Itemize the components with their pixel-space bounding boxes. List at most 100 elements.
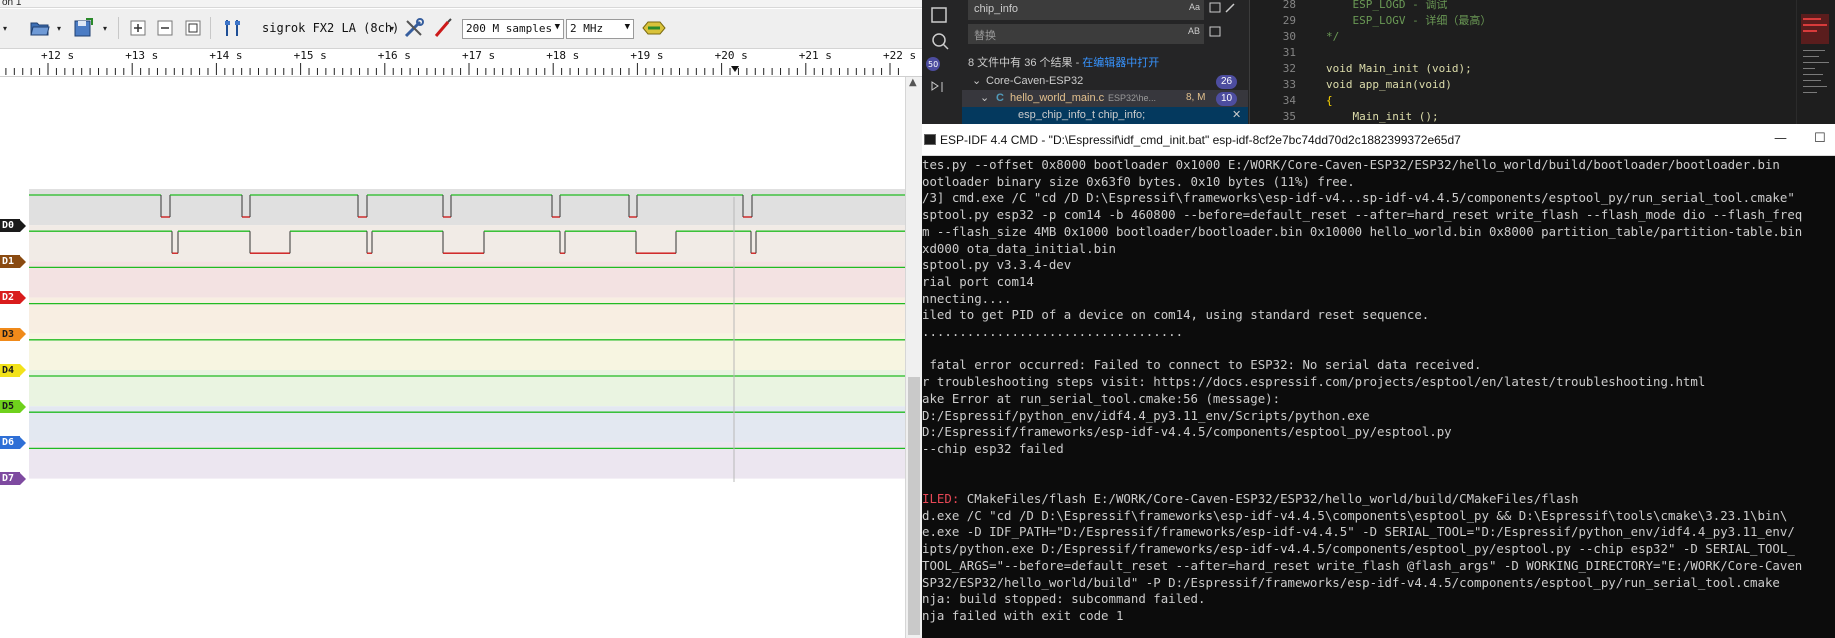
zoom-in-button[interactable] bbox=[126, 15, 150, 41]
line-number: 33 bbox=[1282, 78, 1296, 91]
channel-name: D3 bbox=[0, 327, 20, 341]
replace-input[interactable]: 替换 AB bbox=[968, 24, 1204, 44]
open-in-editor-link[interactable]: 在编辑器中打开 bbox=[1082, 57, 1159, 69]
line-number: 35 bbox=[1282, 110, 1296, 123]
ruler-tick-label: +18 s bbox=[546, 49, 580, 62]
open-file-button[interactable] bbox=[28, 15, 52, 41]
preserve-case-toggle[interactable]: AB bbox=[1188, 26, 1200, 36]
match-case-toggle[interactable]: Aa bbox=[1189, 2, 1200, 12]
pulseview-titlebar: on 1 bbox=[0, 0, 922, 8]
channel-label-d3[interactable]: D3 bbox=[0, 327, 26, 341]
channel-tag-tip bbox=[20, 328, 26, 341]
channel-label-d7[interactable]: D7 bbox=[0, 472, 26, 486]
terminal-line: r troubleshooting steps visit: https://d… bbox=[922, 374, 1706, 390]
channel-tag-tip bbox=[20, 436, 26, 449]
cursors-icon bbox=[225, 20, 240, 36]
sample-count-select[interactable]: 200 M samples ▼ bbox=[462, 19, 564, 39]
add-decoder-button[interactable] bbox=[642, 15, 666, 41]
minimap[interactable] bbox=[1796, 0, 1835, 124]
terminal-line: SP32/ESP32/hello_world/build" -P D:/Espr… bbox=[922, 574, 1780, 590]
wrench-screwdriver-icon bbox=[404, 18, 424, 38]
line-number: 32 bbox=[1282, 62, 1296, 75]
channel-tag-tip bbox=[20, 291, 26, 304]
trace-area[interactable]: D0 D1 D2 D3 D4 D5 D6 D7 bbox=[0, 77, 905, 638]
activity-bar: 50 bbox=[922, 0, 962, 124]
folder-label: Core-Caven-ESP32 bbox=[986, 75, 1084, 87]
channel-label-d5[interactable]: D5 bbox=[0, 400, 26, 413]
partial-dropdown-caret[interactable]: ▾ bbox=[0, 15, 10, 41]
search-action-icons[interactable] bbox=[1206, 0, 1246, 50]
result-count-badge: 10 bbox=[1216, 92, 1238, 106]
search-query-text: chip_info bbox=[974, 3, 1019, 15]
terminal-icon bbox=[924, 134, 936, 145]
open-menu-caret[interactable]: ▾ bbox=[54, 15, 64, 41]
terminal-line: rial port com14 bbox=[922, 273, 1034, 289]
save-menu-caret[interactable]: ▾ bbox=[100, 15, 110, 41]
maximize-icon[interactable]: ☐ bbox=[1814, 131, 1826, 146]
search-panel: chip_info Aa 替换 AB 8 文件中有 36 个结果 - 在编辑器中… bbox=[962, 0, 1250, 124]
terminal-line: iled to get PID of a device on com14, us… bbox=[922, 307, 1430, 323]
probe-icon bbox=[434, 18, 452, 37]
line-number: 34 bbox=[1282, 94, 1296, 107]
terminal-output[interactable]: tes.py --offset 0x8000 bootloader 0x1000… bbox=[922, 156, 1835, 638]
channel-label-d6[interactable]: D6 bbox=[0, 436, 26, 450]
channel-tag-tip bbox=[20, 255, 26, 268]
terminal-line: D:/Espressif/frameworks/esp-idf-v4.4.5/c… bbox=[922, 424, 1452, 440]
code-line: 34 { bbox=[1250, 93, 1796, 109]
terminal-line: d.exe /C "cd /D D:\Espressif\frameworks\… bbox=[922, 507, 1788, 523]
cursor-toggle-button[interactable] bbox=[220, 15, 244, 41]
terminal-line: xd000 ota_data_initial.bin bbox=[922, 240, 1116, 256]
ruler-tick-label: +17 s bbox=[462, 49, 496, 62]
ruler-tick-label: +19 s bbox=[630, 49, 664, 62]
code-line: 32 void Main_init (void); bbox=[1250, 61, 1796, 77]
channel-label-d2[interactable]: D2 bbox=[0, 291, 26, 305]
device-menu-caret[interactable]: ▾ bbox=[387, 15, 397, 41]
time-ruler[interactable]: +12 s +13 s +14 s +15 s +16 s +17 s +18 s +19 s… bbox=[0, 49, 922, 77]
configure-device-button[interactable] bbox=[402, 15, 426, 41]
line-number: 29 bbox=[1282, 14, 1296, 27]
save-button[interactable] bbox=[72, 15, 96, 41]
zoom-fit-button[interactable] bbox=[181, 15, 205, 41]
code-text: void app_main(void) bbox=[1326, 78, 1452, 91]
code-editor[interactable]: 28 ESP_LOGD - 调试 29 ESP_LOGV - 详细（最高） 30 */… bbox=[1250, 0, 1796, 124]
cmd-titlebar[interactable]: ESP-IDF 4.4 CMD - "D:\Espressif\idf_cmd_… bbox=[922, 124, 1835, 156]
device-selector[interactable]: sigrok FX2 LA (8ch) bbox=[262, 21, 399, 35]
close-icon[interactable]: ✕ bbox=[1232, 108, 1241, 121]
chevron-down-icon: ⌄ bbox=[972, 75, 982, 87]
code-text: { bbox=[1326, 94, 1333, 107]
sample-rate-select[interactable]: 2 MHz ▼ bbox=[566, 19, 634, 39]
file-problem-flags: 8, M bbox=[1186, 92, 1206, 103]
terminal-line: ootloader binary size 0x63f0 bytes. 0x10… bbox=[922, 173, 1355, 189]
code-line: 33 void app_main(void) bbox=[1250, 77, 1796, 93]
summary-text: 8 文件中有 36 个结果 - bbox=[968, 57, 1083, 69]
line-number: 31 bbox=[1282, 46, 1296, 59]
configure-channels-button[interactable] bbox=[431, 15, 455, 41]
channel-name: D1 bbox=[0, 255, 20, 269]
channel-tag-tip bbox=[20, 472, 26, 485]
code-text: ESP_LOGV - 详细（最高） bbox=[1326, 14, 1492, 27]
activity-icons: 50 bbox=[926, 7, 949, 92]
channel-name: D2 bbox=[0, 291, 20, 305]
channel-label-d4[interactable]: D4 bbox=[0, 363, 26, 377]
ruler-tick-label: +15 s bbox=[293, 49, 327, 62]
channel-label-d0[interactable]: D0 bbox=[0, 219, 26, 232]
scroll-up-icon[interactable]: ▲ bbox=[909, 77, 917, 88]
minimize-icon[interactable]: — bbox=[1774, 131, 1787, 146]
channel-tag-tip bbox=[20, 400, 26, 413]
scrollbar-thumb[interactable] bbox=[908, 377, 920, 635]
pulseview-window: on 1 ▾ ▾ ▾ sigrok FX2 LA (8ch) ▾ 200 M s… bbox=[0, 0, 922, 638]
channel-label-d1[interactable]: D1 bbox=[0, 255, 26, 269]
channel-tag-tip bbox=[20, 219, 26, 232]
terminal-line: ipts/python.exe D:/Espressif/frameworks/… bbox=[922, 541, 1795, 557]
vscode-window: 50 chip_info Aa 替换 AB 8 文件中有 36 个结果 - 在编… bbox=[922, 0, 1835, 124]
search-input[interactable]: chip_info Aa bbox=[968, 0, 1204, 20]
code-line: 28 ESP_LOGD - 调试 bbox=[1250, 0, 1796, 13]
result-folder-row[interactable]: ⌄ Core-Caven-ESP32 26 bbox=[962, 73, 1248, 90]
trace-vertical-scrollbar[interactable]: ▲ bbox=[905, 77, 922, 638]
result-match-row[interactable]: esp_chip_info_t chip_info; ✕ bbox=[962, 107, 1248, 124]
terminal-line: nja: build stopped: subcommand failed. bbox=[922, 591, 1206, 607]
result-file-row[interactable]: ⌄ C hello_world_main.c ESP32\he... 8, M … bbox=[962, 90, 1248, 107]
zoom-out-button[interactable] bbox=[153, 15, 177, 41]
code-text: ESP_LOGD - 调试 bbox=[1326, 0, 1448, 11]
code-text: */ bbox=[1326, 30, 1340, 43]
